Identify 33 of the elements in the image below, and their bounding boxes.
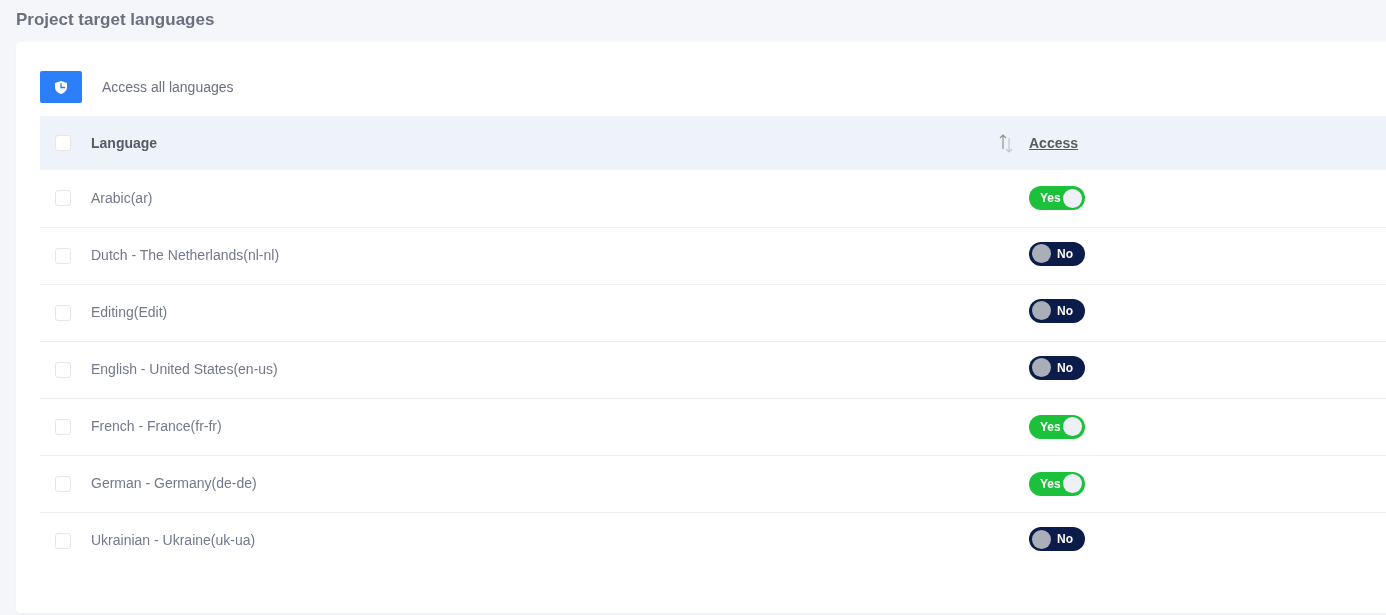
- row-checkbox[interactable]: [55, 475, 71, 492]
- access-toggle[interactable]: No: [1029, 298, 1085, 323]
- row-checkbox[interactable]: [55, 418, 71, 435]
- row-checkbox[interactable]: [55, 304, 71, 321]
- row-checkbox[interactable]: [55, 361, 71, 378]
- toggle-knob: [1032, 529, 1051, 549]
- language-name: Arabic(ar): [91, 189, 153, 206]
- language-name: German - Germany(de-de): [91, 475, 257, 491]
- language-name: Dutch - The Netherlands(nl-nl): [91, 247, 280, 263]
- language-name: English - United States(en-us): [91, 361, 278, 377]
- toggle-knob: [1063, 417, 1082, 436]
- row-checkbox[interactable]: [55, 532, 71, 549]
- language-name: French - France(fr-fr): [91, 418, 222, 434]
- select-all-checkbox[interactable]: [55, 135, 71, 151]
- toggle-knob: [1032, 301, 1051, 321]
- access-toggle[interactable]: No: [1029, 355, 1085, 380]
- sort-icon[interactable]: [999, 133, 1013, 153]
- toggle-knob: [1063, 188, 1082, 208]
- row-checkbox[interactable]: [55, 190, 71, 207]
- column-header[interactable]: Access: [1029, 132, 1079, 154]
- access-all-label: Access all languages: [102, 77, 234, 97]
- access-toggle[interactable]: No: [1029, 241, 1085, 266]
- row-checkbox[interactable]: [55, 247, 71, 264]
- access-toggle[interactable]: No: [1029, 527, 1085, 551]
- language-name: Editing(Edit): [91, 304, 168, 320]
- shield-icon: [55, 80, 67, 94]
- toggle-knob: [1063, 474, 1082, 493]
- language-name: Ukrainian - Ukraine(uk-ua): [91, 532, 256, 549]
- toggle-knob: [1032, 358, 1051, 378]
- toggle-knob: [1032, 244, 1051, 264]
- column-header: Language: [91, 133, 158, 153]
- access-all-button[interactable]: [40, 71, 82, 103]
- page-title: Project target languages: [16, 9, 215, 31]
